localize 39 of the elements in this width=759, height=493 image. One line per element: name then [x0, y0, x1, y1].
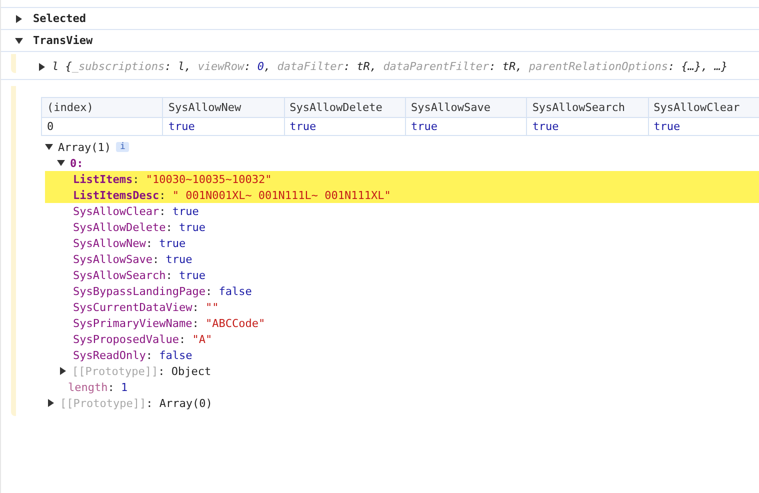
disclosure-triangle-icon[interactable]	[45, 144, 53, 150]
property-line: SysAllowSearch: true	[73, 268, 206, 282]
column-header: SysAllowSearch	[526, 98, 648, 118]
property-line: SysBypassLandingPage: false	[73, 284, 252, 298]
disclosure-triangle-icon[interactable]	[48, 399, 54, 407]
console-gutter-bar	[11, 54, 16, 73]
property-line: SysProposedValue: "A"	[73, 332, 212, 346]
property-line: SysReadOnly: false	[73, 348, 192, 362]
group-label[interactable]: TransView	[33, 34, 93, 47]
table-cell: true	[162, 118, 284, 136]
info-badge[interactable]: i	[116, 142, 130, 152]
property-line: SysAllowDelete: true	[73, 220, 206, 234]
group-label[interactable]: Selected	[33, 12, 86, 25]
column-header: (index)	[42, 98, 163, 118]
disclosure-triangle-icon[interactable]	[16, 14, 22, 22]
column-header: SysAllowSave	[405, 98, 527, 118]
column-header: SysAllowNew	[162, 98, 284, 118]
column-header: SysAllowDelete	[284, 98, 406, 118]
table-cell: true	[405, 118, 527, 136]
property-line: ListItems: "10030~10035~10032"	[73, 172, 272, 186]
disclosure-triangle-icon[interactable]	[15, 38, 23, 44]
table-cell: true	[284, 118, 406, 136]
item-key[interactable]: 0:	[70, 156, 84, 170]
property-line: SysAllowSave: true	[73, 252, 192, 266]
property-line: SysCurrentDataView: ""	[73, 300, 219, 314]
property-line: SysAllowClear: true	[73, 204, 199, 218]
property-line: ListItemsDesc: " 001N001XL~ 001N111L~ 001N111XL"	[73, 188, 391, 202]
disclosure-triangle-icon[interactable]	[39, 62, 45, 70]
prototype-line[interactable]: [[Prototype]]: Object	[72, 364, 212, 378]
table-cell: true	[526, 118, 648, 136]
property-line: SysAllowNew: true	[73, 236, 186, 250]
column-header: SysAllowClear	[648, 98, 759, 118]
object-summary[interactable]: l {_subscriptions: l, viewRow: 0, dataFilter: tR, dataParentFilter: tR, parentRelationOptions: {…}, …}	[52, 60, 728, 73]
length-line: length: 1	[68, 380, 128, 394]
property-line: SysPrimaryViewName: "ABCCode"	[73, 316, 266, 330]
array-label[interactable]: Array(1)	[58, 140, 111, 154]
prototype-line[interactable]: [[Prototype]]: Array(0)	[60, 396, 212, 410]
table-cell: 0	[42, 118, 163, 136]
disclosure-triangle-icon[interactable]	[60, 367, 66, 375]
